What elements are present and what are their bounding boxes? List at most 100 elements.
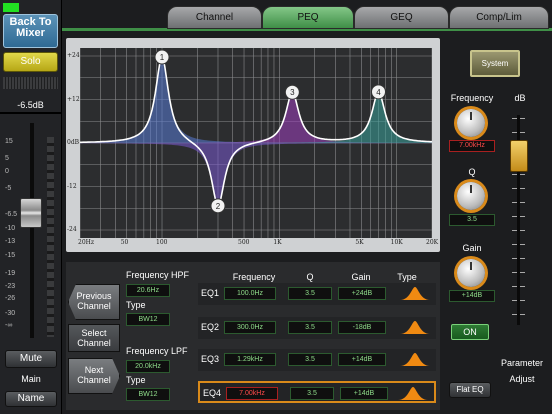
q-label: Q [468,167,476,177]
lpf-type-label: Type [126,375,146,385]
peaking-filter-icon[interactable] [400,319,430,335]
eq-gain-value[interactable]: +24dB [338,287,386,300]
graph-x-tick: 5K [355,239,364,246]
gain-label: Gain [462,243,482,253]
divider [0,112,62,114]
lpf-frequency-label: Frequency LPF [126,346,188,356]
eq-frequency-value[interactable]: 1.29kHz [224,353,276,366]
eq-frequency-value[interactable]: 300.0Hz [224,321,276,334]
peaking-filter-icon[interactable] [400,285,430,301]
next-channel-button[interactable]: Next Channel [68,358,120,394]
solo-button[interactable]: Solo [3,52,58,72]
fader-scale-label: -∞ [5,322,13,329]
band-2-handle-label: 2 [216,202,221,211]
eq-frequency-value[interactable]: 7.00kHz [226,387,278,400]
channel-name: Main [21,374,41,384]
frequency-knob[interactable] [457,109,485,137]
fader-scale-label: -5 [5,185,12,192]
eq-curve-graph[interactable]: 1 2 3 4 [80,48,432,238]
eq-gain-value[interactable]: +14dB [340,387,388,400]
eq-on-button[interactable]: ON [451,324,489,340]
q-knob[interactable] [457,182,485,210]
band-2-area [80,143,432,209]
tab-geq[interactable]: GEQ [354,6,449,29]
fader-scale-label: -23 [5,283,16,290]
q-value: 3.5 [449,214,495,226]
graph-y-tick: +12 [67,95,80,103]
tab-channel[interactable]: Channel [167,6,262,29]
header-frequency: Frequency [232,272,276,282]
pan-strip[interactable] [3,77,58,89]
header-q: Q [306,272,314,282]
header-gain: Gain [351,272,371,282]
db-label: dB [514,93,526,103]
select-channel-button[interactable]: Select Channel [68,324,120,352]
eq-q-value[interactable]: 3.5 [288,353,332,366]
previous-channel-button[interactable]: Previous Channel [68,284,120,320]
fader-knob[interactable] [20,198,42,228]
fader-track[interactable] [30,123,34,338]
graph-y-tick: 0dB [67,139,80,146]
fader-scale-label: -13 [5,238,16,245]
tab-comp-lim[interactable]: Comp/Lim [449,6,549,29]
band-3-handle-label: 3 [290,88,295,97]
eq-gain-value[interactable]: +14dB [338,353,386,366]
fader-scale-label: 15 [5,138,13,145]
fader-scale-label: -19 [5,270,16,277]
band-1-handle-label: 1 [160,53,165,62]
band-4-area [80,92,432,143]
eq-row-2[interactable]: EQ2 300.0Hz 3.5 -18dB [198,317,436,339]
level-readout: -6.5dB [17,100,44,110]
hpf-type-value[interactable]: BW12 [126,313,170,326]
hpf-frequency-label: Frequency HPF [126,270,190,280]
mute-button[interactable]: Mute [5,350,57,368]
eq-row-4[interactable]: EQ4 7.00kHz 3.5 +14dB [198,381,436,403]
graph-x-tick: 10K [390,239,403,246]
frequency-value: 7.00kHz [449,140,495,152]
tab-peq[interactable]: PEQ [262,6,354,29]
signal-indicator [3,3,19,12]
graph-y-tick: -24 [67,226,77,233]
eq-row-label: EQ2 [201,322,220,332]
graph-x-tick: 500 [238,239,250,246]
graph-x-tick: 100 [156,239,168,246]
peaking-filter-icon[interactable] [398,385,428,401]
frequency-label: Frequency [450,93,494,103]
fader-scale-label: 0 [5,168,9,175]
peaking-filter-icon[interactable] [400,351,430,367]
band-4-handle-label: 4 [376,88,381,97]
eq-gain-value[interactable]: -18dB [338,321,386,334]
eq-row-1[interactable]: EQ1 100.0Hz 3.5 +24dB [198,283,436,305]
gain-knob[interactable] [457,259,485,287]
fader-scale-label: -26 [5,295,16,302]
lpf-frequency-value[interactable]: 20.0kHz [126,360,170,373]
gain-fader-knob[interactable] [510,140,528,172]
eq-row-label: EQ3 [201,354,220,364]
name-button[interactable]: Name [5,391,57,407]
graph-x-tick: 1K [273,239,282,246]
graph-x-tick: 20K [426,239,439,246]
back-to-mixer-button[interactable]: Back To Mixer [3,14,58,48]
eq-q-value[interactable]: 3.5 [288,321,332,334]
hpf-frequency-value[interactable]: 20.6Hz [126,284,170,297]
eq-row-label: EQ1 [201,288,220,298]
eq-q-value[interactable]: 3.5 [290,387,334,400]
graph-y-tick: +24 [67,52,80,59]
fader-scale-label: -15 [5,252,16,259]
eq-row-3[interactable]: EQ3 1.29kHz 3.5 +14dB [198,349,436,371]
parameter-adjust-label: Parameter Adjust [500,358,544,384]
fader-scale-label: -30 [5,310,16,317]
hpf-type-label: Type [126,300,146,310]
header-type: Type [397,272,417,282]
level-meter [47,137,54,337]
fader-scale-label: 5 [5,155,9,162]
system-button[interactable]: System [470,50,520,77]
graph-x-tick: 50 [120,239,129,246]
eq-q-value[interactable]: 3.5 [288,287,332,300]
gain-value: +14dB [449,290,495,302]
lpf-type-value[interactable]: BW12 [126,388,170,401]
eq-row-label: EQ4 [203,388,222,398]
graph-x-tick: 20Hz [78,239,95,246]
eq-frequency-value[interactable]: 100.0Hz [224,287,276,300]
flat-eq-button[interactable]: Flat EQ [449,382,491,398]
